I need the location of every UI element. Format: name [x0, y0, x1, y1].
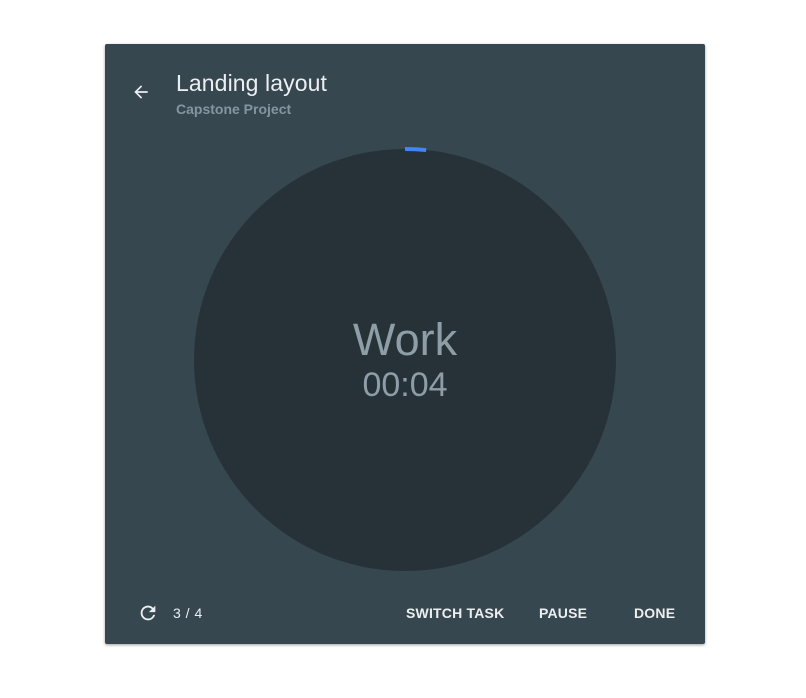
- task-title: Landing layout: [176, 70, 328, 96]
- back-button[interactable]: [127, 78, 155, 106]
- repeat-button[interactable]: [136, 601, 160, 625]
- timer-readout: Work 00:04: [192, 147, 618, 573]
- switch-task-button[interactable]: SWITCH TASK: [406, 605, 504, 621]
- done-button[interactable]: DONE: [634, 605, 675, 621]
- round-counter: 3 / 4: [173, 605, 203, 621]
- arrow-back-icon: [134, 85, 148, 99]
- time-remaining: 00:04: [362, 365, 448, 404]
- footer-bar: 3 / 4 SWITCH TASK PAUSE DONE: [105, 596, 705, 630]
- pause-button[interactable]: PAUSE: [539, 605, 587, 621]
- timer-card: Landing layout Capstone Project Work 00:…: [105, 44, 705, 644]
- refresh-icon: [140, 605, 156, 621]
- phase-label: Work: [352, 313, 458, 365]
- timer-dial: Work 00:04: [192, 147, 618, 573]
- project-name: Capstone Project: [176, 101, 292, 117]
